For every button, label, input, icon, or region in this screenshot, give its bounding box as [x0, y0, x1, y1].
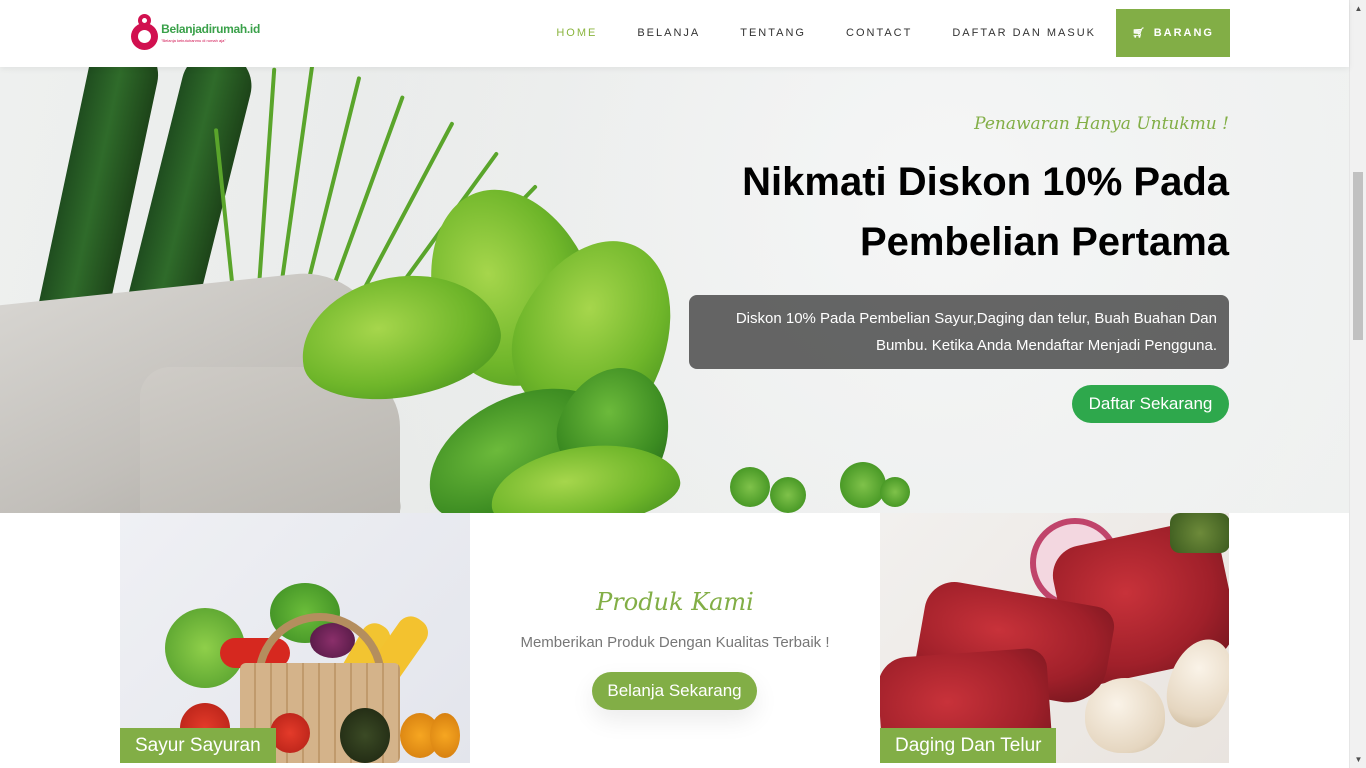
brand-logo[interactable]: Belanjadirumah.id "Belanja kebutuhanmu d…: [130, 13, 260, 51]
page: Belanjadirumah.id "Belanja kebutuhanmu d…: [0, 0, 1366, 768]
category-card-daging[interactable]: Daging Dan Telur: [880, 513, 1229, 763]
site-header: Belanjadirumah.id "Belanja kebutuhanmu d…: [0, 0, 1349, 67]
cart-icon: 🛒︎: [1132, 27, 1147, 39]
nav-contact[interactable]: CONTACT: [846, 27, 912, 39]
scroll-down-icon[interactable]: ▼: [1350, 751, 1366, 768]
hero-description: Diskon 10% Pada Pembelian Sayur,Daging d…: [689, 295, 1229, 369]
products-promo: Produk Kami Memberikan Produk Dengan Kua…: [470, 513, 880, 763]
scroll-up-icon[interactable]: ▲: [1350, 0, 1366, 17]
cart-button-label: BARANG: [1153, 27, 1214, 39]
page-scrollbar[interactable]: ▲ ▼: [1349, 0, 1366, 768]
daftar-sekarang-button[interactable]: Daftar Sekarang: [1072, 385, 1229, 423]
category-label-sayur: Sayur Sayuran: [120, 728, 276, 763]
scroll-thumb[interactable]: [1353, 172, 1363, 340]
nav-home[interactable]: HOME: [556, 27, 597, 39]
cart-button[interactable]: 🛒︎ BARANG: [1116, 9, 1230, 57]
hero-banner: Penawaran Hanya Untukmu ! Nikmati Diskon…: [0, 67, 1349, 513]
brand-tagline: "Belanja kebutuhanmu di rumah aja": [161, 37, 226, 43]
category-card-sayur[interactable]: Sayur Sayuran: [120, 513, 470, 763]
main-nav: HOME BELANJA TENTANG CONTACT DAFTAR DAN …: [516, 9, 1230, 57]
products-title: Produk Kami: [596, 588, 754, 616]
products-subtitle: Memberikan Produk Dengan Kualitas Terbai…: [520, 634, 830, 651]
category-label-daging: Daging Dan Telur: [880, 728, 1057, 763]
hero-content: Penawaran Hanya Untukmu ! Nikmati Diskon…: [669, 67, 1229, 513]
brand-name: Belanjadirumah.id: [161, 21, 260, 36]
belanja-sekarang-button[interactable]: Belanja Sekarang: [592, 672, 757, 710]
logo-mark-icon: [130, 14, 158, 50]
hero-title: Nikmati Diskon 10% Pada Pembelian Pertam…: [742, 160, 1229, 264]
nav-tentang[interactable]: TENTANG: [740, 27, 806, 39]
nav-belanja[interactable]: BELANJA: [637, 27, 700, 39]
products-section: Sayur Sayuran Produk Kami Memberikan Pro…: [0, 513, 1349, 768]
hero-eyebrow: Penawaran Hanya Untukmu !: [974, 114, 1229, 134]
nav-daftar-dan-masuk[interactable]: DAFTAR DAN MASUK: [952, 27, 1096, 39]
